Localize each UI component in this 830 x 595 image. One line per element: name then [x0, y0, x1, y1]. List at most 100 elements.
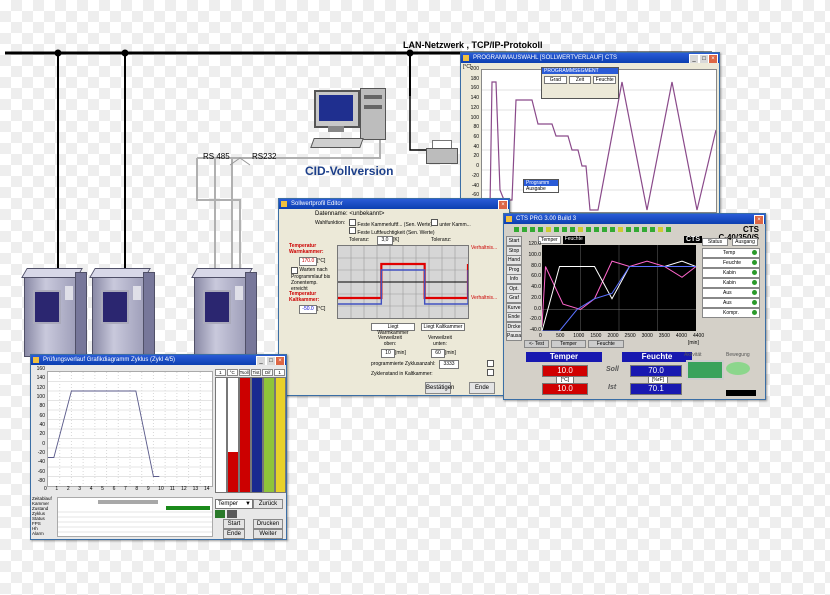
bottom-tab[interactable]: <- Test [524, 340, 550, 348]
x-tick-label: 3 [78, 486, 82, 492]
y-tick-label: -40 [37, 459, 45, 466]
popup-cell[interactable]: Feuchte [593, 76, 617, 84]
close-icon[interactable]: × [754, 215, 764, 224]
y-tick-label: 0.0 [534, 305, 541, 312]
y-tick-label: 140 [36, 375, 45, 382]
side-button[interactable]: Kurve [506, 302, 522, 313]
side-button[interactable]: Opt. [506, 283, 522, 294]
popup-cell[interactable]: Grad [544, 76, 567, 84]
cid-label: CID-Vollversion [305, 164, 394, 178]
popup-cell[interactable]: Zeit [568, 76, 592, 84]
printer-icon [426, 140, 458, 164]
dwell-top-input[interactable]: 10 [381, 349, 395, 358]
y-tick-label: -60 [37, 468, 45, 475]
y-axis: 120.0 100.0 80.0 60.0 40.0 20.0 0.0 -20.0 -40.0 [522, 241, 542, 333]
status-item[interactable]: Aus [702, 298, 760, 308]
y-tick-label: 140 [470, 95, 479, 102]
print-button[interactable]: Drucken [253, 519, 283, 529]
bottom-tab[interactable]: Feuchte [587, 340, 624, 348]
close-icon[interactable]: × [708, 54, 718, 63]
tab-temper[interactable]: Temper [538, 236, 561, 244]
tab-feuchte[interactable]: Feuchte [562, 236, 585, 244]
combo-select[interactable]: Temper ▼ [215, 499, 253, 509]
status-item[interactable]: Kabin [702, 278, 760, 288]
y-tick-label: 60 [473, 134, 479, 140]
option-2-label: Feste Luftfeuchtigkeit (Sen. Werte) [357, 230, 435, 236]
temp-kalt-input[interactable]: -50.0 [299, 305, 317, 314]
temp-warm-input[interactable]: 170.0 [299, 257, 317, 266]
checkbox-right[interactable] [487, 369, 494, 378]
status-item[interactable]: Temp [702, 248, 760, 258]
led-row [514, 227, 671, 232]
confirm-button[interactable]: Bestätigen [425, 382, 454, 394]
next-button[interactable]: Weiter [253, 529, 283, 539]
minimize-icon[interactable]: _ [256, 356, 266, 365]
status-item[interactable]: Kompr. [702, 308, 760, 318]
climate-chamber-icon [21, 268, 87, 357]
temper-panel-title: Temper [526, 352, 602, 362]
side-button[interactable]: Hand [506, 255, 522, 265]
option-2[interactable]: Feste Luftfeuchtigkeit (Sen. Werte) [349, 227, 435, 236]
status-item[interactable]: Kabin [702, 268, 760, 278]
side-button[interactable]: Graf [506, 293, 522, 303]
side-button[interactable]: Stop [506, 245, 522, 256]
tolerance-input[interactable]: 3,0 [377, 236, 393, 245]
menu-item[interactable]: Ausgabe [524, 186, 558, 192]
play-icon[interactable] [215, 510, 225, 518]
y-tick-label: -20 [471, 172, 479, 179]
y-tick-label: 40 [39, 422, 45, 428]
x-tick-label: 5 [101, 486, 104, 492]
cycles-input[interactable]: 3333 [439, 360, 459, 369]
segment-popup: PROGRAMMSEGMENT Grad Zeit Feuchte [541, 67, 619, 99]
y-tick-label: 40 [473, 143, 479, 150]
gauge-yellow [275, 377, 286, 493]
temp-ist-display: 10.0 [542, 383, 588, 395]
status-item-label: Aus [723, 290, 732, 296]
side-button[interactable]: Ende [506, 312, 522, 322]
status-item[interactable]: Feuchte [702, 258, 760, 268]
ratio-label: Verhaltnis... [471, 295, 498, 301]
y-tick-label: -20 [37, 450, 45, 456]
lan-label: LAN-Netzwerk , TCP/IP-Protokoll [403, 40, 543, 50]
side-button[interactable]: Pausa [506, 331, 522, 341]
tolerance-label-2: Toleranz: [431, 237, 452, 243]
y-tick-label: -80 [37, 478, 45, 484]
tolerance-label: Toleranz: [349, 237, 370, 243]
dwell-bottom-input[interactable]: 60 [431, 349, 445, 358]
status-item[interactable]: Aus [702, 288, 760, 298]
status-item-label: Temp [723, 250, 736, 256]
y-tick-label: -40 [471, 182, 479, 189]
option-right[interactable]: unter Kamm... [431, 219, 471, 228]
minimize-icon[interactable]: _ [689, 54, 699, 63]
x-axis: 0 1 2 3 4 5 6 7 8 9 10 11 12 13 14 [44, 486, 211, 494]
side-button[interactable]: Drcke [506, 321, 522, 332]
climate-chamber-icon [89, 268, 155, 357]
close-icon[interactable]: × [275, 356, 285, 365]
side-button[interactable]: Start [506, 236, 522, 246]
data-name-label: Datenname: <unbekannt> [315, 211, 385, 217]
wait-checkbox[interactable]: Warten nach Programmlauf bis Zonentemp. … [291, 267, 331, 292]
close-icon[interactable]: × [498, 200, 508, 209]
status-item-label: Aus [723, 300, 732, 306]
side-button[interactable]: Info [506, 274, 522, 284]
profile-editor-window: Sollwertprofil Editor × Datenname: <unbe… [278, 198, 510, 396]
window-title: Prüfungsverlauf Grafikdiagramm Zyklus (Z… [43, 357, 176, 363]
status-item-label: Kompr. [723, 310, 739, 316]
feuchte-panel: Feuchte 70.0 [%rF] 70.1 [622, 352, 692, 396]
stop-icon[interactable] [227, 510, 237, 518]
x-tick-label: 1500 [590, 333, 602, 339]
x-tick-label: 12 [181, 486, 187, 492]
back-button[interactable]: Zurück [253, 499, 283, 509]
dwell-top-label: Verweilzeit oben: [378, 335, 402, 347]
checkbox-right[interactable] [487, 360, 494, 369]
end-button[interactable]: Ende [223, 529, 245, 539]
cycle-profile-chart [337, 245, 469, 319]
program-setpoint-line [482, 81, 716, 211]
status-led-icon [752, 290, 757, 295]
y-axis: 160 140 120 100 80 60 40 20 0 -20 -40 -60 -80 [32, 366, 46, 487]
motion-label: Bewegung [726, 352, 750, 358]
bottom-tab[interactable]: Temper [551, 340, 586, 348]
side-button[interactable]: Prog [506, 264, 522, 275]
end-button[interactable]: Ende [469, 382, 495, 394]
start-button[interactable]: Start [223, 519, 245, 529]
